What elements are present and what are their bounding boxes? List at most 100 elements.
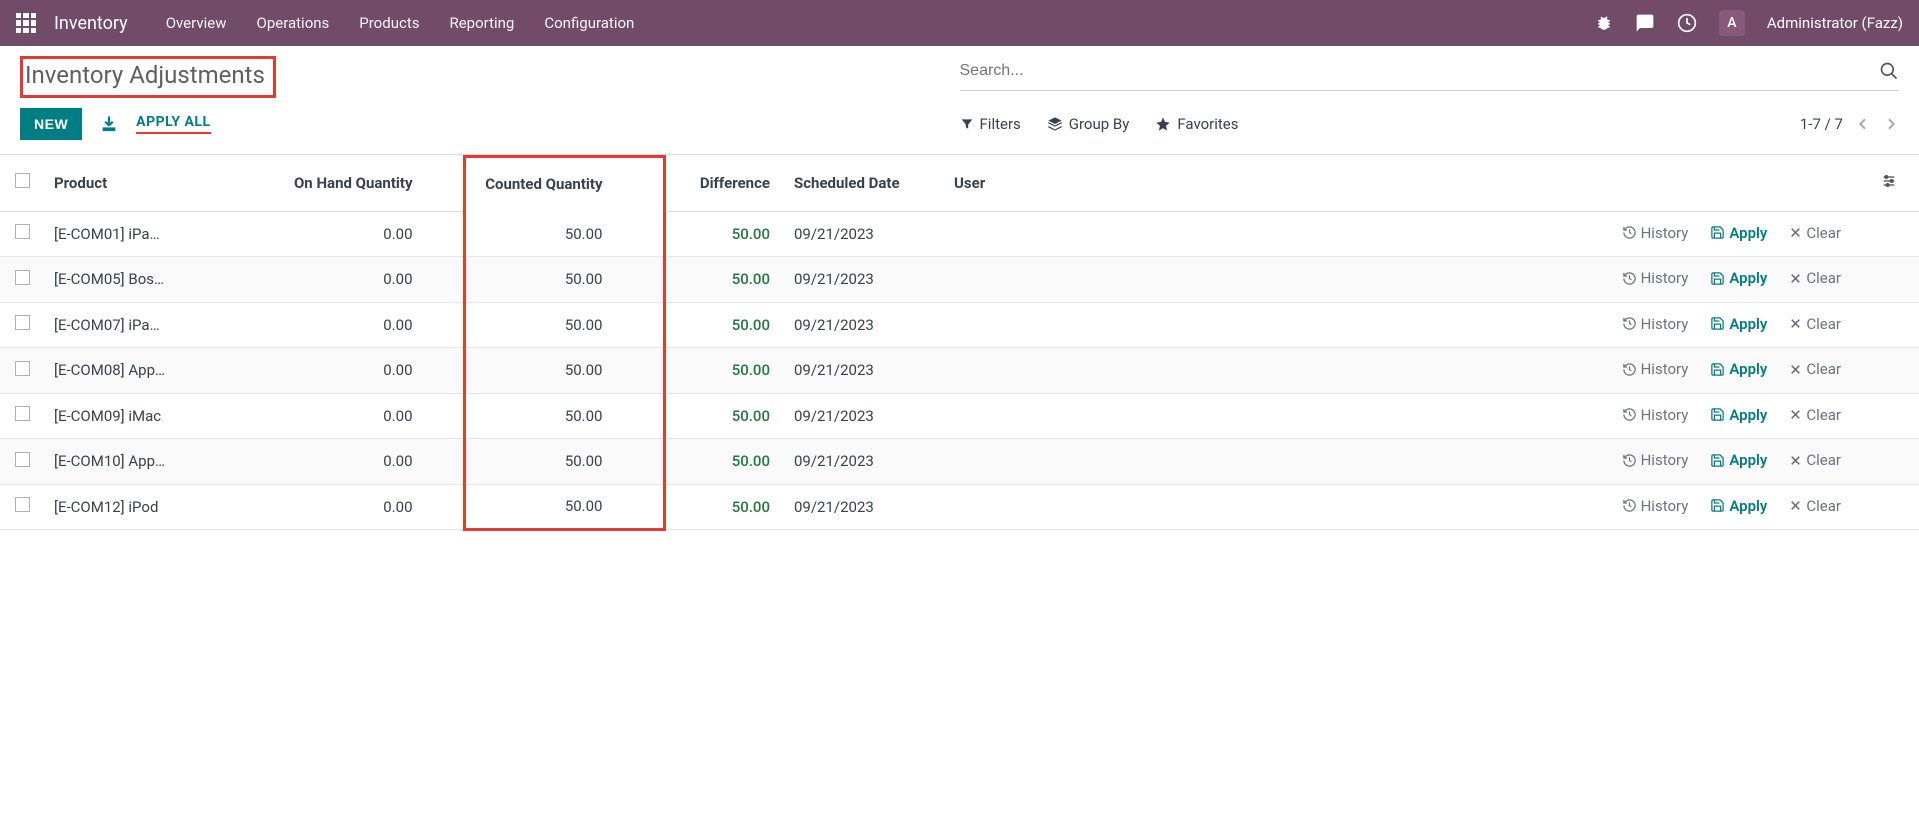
apply-button[interactable]: Apply bbox=[1710, 269, 1767, 287]
row-checkbox[interactable] bbox=[15, 452, 30, 467]
cell-onhand[interactable]: 0.00 bbox=[264, 348, 464, 394]
cell-product[interactable]: [E-COM08] App… bbox=[44, 348, 264, 394]
cell-onhand[interactable]: 0.00 bbox=[264, 439, 464, 485]
apply-button[interactable]: Apply bbox=[1710, 406, 1767, 424]
clear-button[interactable]: Clear bbox=[1789, 224, 1841, 242]
cell-date[interactable]: 09/21/2023 bbox=[784, 484, 944, 530]
apply-all-button[interactable]: APPLY ALL bbox=[136, 114, 210, 134]
search-bar[interactable] bbox=[960, 56, 1900, 91]
row-checkbox[interactable] bbox=[15, 315, 30, 330]
history-button[interactable]: History bbox=[1622, 497, 1689, 515]
clock-icon[interactable] bbox=[1677, 13, 1697, 33]
history-button[interactable]: History bbox=[1622, 269, 1689, 287]
nav-products[interactable]: Products bbox=[359, 14, 419, 32]
clear-button[interactable]: Clear bbox=[1789, 315, 1841, 333]
clear-button[interactable]: Clear bbox=[1789, 451, 1841, 469]
history-button[interactable]: History bbox=[1622, 451, 1689, 469]
app-title[interactable]: Inventory bbox=[54, 13, 128, 34]
table-row[interactable]: [E-COM05] Bos… 0.00 50.00 50.00 09/21/20… bbox=[0, 257, 1919, 303]
nav-operations[interactable]: Operations bbox=[257, 14, 330, 32]
th-counted[interactable]: Counted Quantity bbox=[464, 157, 664, 212]
pager-prev-icon[interactable] bbox=[1855, 116, 1871, 132]
apply-button[interactable]: Apply bbox=[1710, 451, 1767, 469]
cell-date[interactable]: 09/21/2023 bbox=[784, 211, 944, 257]
table-row[interactable]: [E-COM08] App… 0.00 50.00 50.00 09/21/20… bbox=[0, 348, 1919, 394]
cell-user[interactable] bbox=[944, 302, 1084, 348]
clear-button[interactable]: Clear bbox=[1789, 406, 1841, 424]
row-checkbox[interactable] bbox=[15, 224, 30, 239]
nav-overview[interactable]: Overview bbox=[166, 14, 227, 32]
user-name[interactable]: Administrator (Fazz) bbox=[1767, 14, 1903, 32]
row-checkbox[interactable] bbox=[15, 361, 30, 376]
cell-onhand[interactable]: 0.00 bbox=[264, 302, 464, 348]
cell-date[interactable]: 09/21/2023 bbox=[784, 393, 944, 439]
cell-onhand[interactable]: 0.00 bbox=[264, 257, 464, 303]
th-user[interactable]: User bbox=[944, 157, 1084, 212]
cell-onhand[interactable]: 0.00 bbox=[264, 484, 464, 530]
download-icon[interactable] bbox=[100, 115, 118, 133]
search-icon[interactable] bbox=[1879, 61, 1899, 81]
cell-date[interactable]: 09/21/2023 bbox=[784, 348, 944, 394]
nav-configuration[interactable]: Configuration bbox=[544, 14, 634, 32]
cell-onhand[interactable]: 0.00 bbox=[264, 211, 464, 257]
search-input[interactable] bbox=[960, 56, 1880, 86]
new-button[interactable]: NEW bbox=[20, 108, 82, 140]
table-row[interactable]: [E-COM01] iPa… 0.00 50.00 50.00 09/21/20… bbox=[0, 211, 1919, 257]
cell-product[interactable]: [E-COM12] iPod bbox=[44, 484, 264, 530]
table-row[interactable]: [E-COM12] iPod 0.00 50.00 50.00 09/21/20… bbox=[0, 484, 1919, 530]
th-difference[interactable]: Difference bbox=[664, 157, 784, 212]
table-row[interactable]: [E-COM09] iMac 0.00 50.00 50.00 09/21/20… bbox=[0, 393, 1919, 439]
cell-user[interactable] bbox=[944, 211, 1084, 257]
column-settings-icon[interactable] bbox=[1881, 173, 1897, 189]
th-scheduled[interactable]: Scheduled Date bbox=[784, 157, 944, 212]
clear-button[interactable]: Clear bbox=[1789, 269, 1841, 287]
pager-next-icon[interactable] bbox=[1883, 116, 1899, 132]
groupby-button[interactable]: Group By bbox=[1047, 115, 1130, 133]
apply-button[interactable]: Apply bbox=[1710, 224, 1767, 242]
cell-product[interactable]: [E-COM10] App… bbox=[44, 439, 264, 485]
clear-button[interactable]: Clear bbox=[1789, 497, 1841, 515]
cell-product[interactable]: [E-COM05] Bos… bbox=[44, 257, 264, 303]
th-product[interactable]: Product bbox=[44, 157, 264, 212]
apply-button[interactable]: Apply bbox=[1710, 315, 1767, 333]
apply-button[interactable]: Apply bbox=[1710, 360, 1767, 378]
cell-date[interactable]: 09/21/2023 bbox=[784, 439, 944, 485]
bug-icon[interactable] bbox=[1595, 14, 1613, 32]
cell-user[interactable] bbox=[944, 257, 1084, 303]
cell-product[interactable]: [E-COM01] iPa… bbox=[44, 211, 264, 257]
cell-user[interactable] bbox=[944, 439, 1084, 485]
select-all-checkbox[interactable] bbox=[15, 173, 30, 188]
history-button[interactable]: History bbox=[1622, 406, 1689, 424]
cell-user[interactable] bbox=[944, 348, 1084, 394]
cell-counted[interactable]: 50.00 bbox=[464, 484, 664, 530]
history-button[interactable]: History bbox=[1622, 360, 1689, 378]
cell-product[interactable]: [E-COM09] iMac bbox=[44, 393, 264, 439]
table-row[interactable]: [E-COM10] App… 0.00 50.00 50.00 09/21/20… bbox=[0, 439, 1919, 485]
cell-date[interactable]: 09/21/2023 bbox=[784, 257, 944, 303]
cell-product[interactable]: [E-COM07] iPa… bbox=[44, 302, 264, 348]
cell-counted[interactable]: 50.00 bbox=[464, 348, 664, 394]
history-button[interactable]: History bbox=[1622, 224, 1689, 242]
history-button[interactable]: History bbox=[1622, 315, 1689, 333]
filters-button[interactable]: Filters bbox=[960, 115, 1021, 133]
nav-reporting[interactable]: Reporting bbox=[449, 14, 514, 32]
cell-onhand[interactable]: 0.00 bbox=[264, 393, 464, 439]
cell-counted[interactable]: 50.00 bbox=[464, 257, 664, 303]
avatar[interactable]: A bbox=[1719, 10, 1745, 36]
cell-user[interactable] bbox=[944, 393, 1084, 439]
clear-button[interactable]: Clear bbox=[1789, 360, 1841, 378]
th-onhand[interactable]: On Hand Quantity bbox=[264, 157, 464, 212]
cell-user[interactable] bbox=[944, 484, 1084, 530]
cell-counted[interactable]: 50.00 bbox=[464, 302, 664, 348]
favorites-button[interactable]: Favorites bbox=[1155, 115, 1238, 133]
row-checkbox[interactable] bbox=[15, 497, 30, 512]
apply-button[interactable]: Apply bbox=[1710, 497, 1767, 515]
cell-counted[interactable]: 50.00 bbox=[464, 211, 664, 257]
table-row[interactable]: [E-COM07] iPa… 0.00 50.00 50.00 09/21/20… bbox=[0, 302, 1919, 348]
row-checkbox[interactable] bbox=[15, 406, 30, 421]
pager-text[interactable]: 1-7 / 7 bbox=[1800, 115, 1843, 133]
row-checkbox[interactable] bbox=[15, 270, 30, 285]
cell-counted[interactable]: 50.00 bbox=[464, 393, 664, 439]
cell-counted[interactable]: 50.00 bbox=[464, 439, 664, 485]
apps-grid-icon[interactable] bbox=[16, 13, 36, 33]
